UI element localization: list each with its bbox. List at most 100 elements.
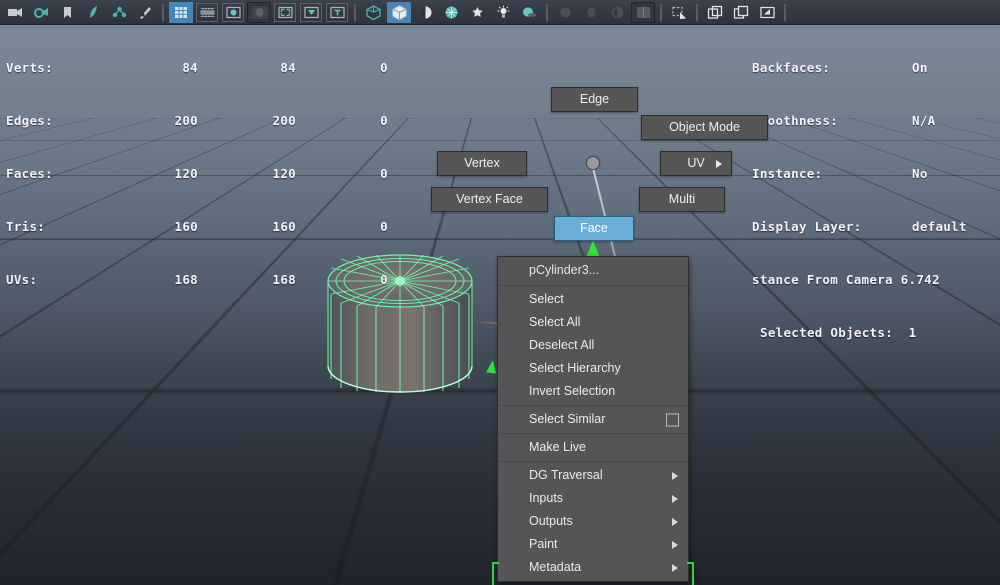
toolbar-safe-title-icon[interactable]: [325, 2, 349, 23]
hud-row-edges: Edges: 200 200 0: [6, 109, 388, 132]
marking-menu-item-multi[interactable]: Multi: [639, 187, 725, 212]
marking-menu-item-face[interactable]: Face: [554, 216, 634, 241]
selection-bracket-right: [687, 562, 694, 585]
toolbar-shade-flat-icon[interactable]: [413, 2, 437, 23]
menu-divider: [498, 461, 688, 462]
chevron-right-icon: [716, 160, 722, 168]
toolbar-wireframe-shading-icon[interactable]: [361, 2, 385, 23]
context-menu-header: pCylinder3...: [498, 257, 688, 283]
marking-menu-item-vertex[interactable]: Vertex: [437, 151, 527, 176]
toolbar-resolution-gate-icon[interactable]: [221, 2, 245, 23]
hud-value-c: 0: [296, 109, 388, 132]
chevron-right-icon: [672, 472, 678, 480]
hud-value-c: 0: [296, 215, 388, 238]
marking-menu-item-label: Edge: [580, 92, 609, 106]
menu-item-select-similar[interactable]: Select Similar: [498, 408, 688, 431]
marking-menu-item-object-mode[interactable]: Object Mode: [641, 115, 768, 140]
menu-item-paint[interactable]: Paint: [498, 533, 688, 556]
heads-up-display-poly-count: Verts: 84 84 0 Edges: 200 200 0 Faces: 1…: [6, 26, 388, 321]
toolbar-shadows-icon[interactable]: [517, 2, 541, 23]
toolbar-xgen-icon[interactable]: [107, 2, 131, 23]
toolbar-field-chart-icon[interactable]: [299, 2, 323, 23]
menu-item-make-live[interactable]: Make Live: [498, 436, 688, 459]
hud-distance-text: stance From Camera 6.742: [752, 268, 940, 291]
toolbar-panel-layout-icon[interactable]: [703, 2, 727, 23]
toolbar-separator: [660, 4, 662, 21]
menu-item-label: Select Hierarchy: [529, 361, 621, 375]
toolbar-ambient-occlusion-icon[interactable]: [605, 2, 629, 23]
menu-item-label: Select: [529, 292, 564, 306]
heads-up-display-object-details: Backfaces: On Smoothness: N/A Instance: …: [752, 26, 967, 374]
hud-label: Display Layer:: [752, 215, 912, 238]
toolbar-tear-off-panel-icon[interactable]: [755, 2, 779, 23]
hud-value-b: 200: [198, 109, 296, 132]
toolbar-grid-toggle-icon[interactable]: [169, 2, 193, 23]
toolbar-film-gate-icon[interactable]: [195, 2, 219, 23]
marking-menu-item-label: UV: [687, 156, 704, 170]
marking-menu-item-edge[interactable]: Edge: [551, 87, 638, 112]
toolbar-wireframe-on-shaded-icon[interactable]: [439, 2, 463, 23]
toolbar-use-all-lights-icon[interactable]: [491, 2, 515, 23]
chevron-right-icon: [672, 541, 678, 549]
toolbar-smooth-shade-all-icon[interactable]: [387, 2, 411, 23]
menu-item-outputs[interactable]: Outputs: [498, 510, 688, 533]
menu-item-select-hierarchy[interactable]: Select Hierarchy: [498, 357, 688, 380]
hud-value-a: 200: [118, 109, 198, 132]
menu-item-inputs[interactable]: Inputs: [498, 487, 688, 510]
menu-item-label: Paint: [529, 537, 558, 551]
hud-label: UVs:: [6, 268, 118, 291]
hud-value-c: 0: [296, 268, 388, 291]
toolbar-paint-brush-icon[interactable]: [133, 2, 157, 23]
menu-item-select-all[interactable]: Select All: [498, 311, 688, 334]
menu-item-label: Select Similar: [529, 412, 605, 426]
toolbar-copy-panel-icon[interactable]: [729, 2, 753, 23]
menu-item-label: Make Live: [529, 440, 586, 454]
viewport-3d[interactable]: Verts: 84 84 0 Edges: 200 200 0 Faces: 1…: [0, 0, 1000, 585]
menu-item-invert-selection[interactable]: Invert Selection: [498, 380, 688, 403]
hud-row-selected-objects: Selected Objects: 1: [752, 321, 967, 344]
menu-item-dg-traversal[interactable]: DG Traversal: [498, 464, 688, 487]
hud-row-uvs: UVs: 168 168 0: [6, 268, 388, 291]
menu-item-label: Deselect All: [529, 338, 594, 352]
toolbar-bookmark-icon[interactable]: [55, 2, 79, 23]
hud-value-a: 168: [118, 268, 198, 291]
toolbar-exposure-icon[interactable]: [273, 2, 297, 23]
hud-row-tris: Tris: 160 160 0: [6, 215, 388, 238]
toolbar-paint-effects-icon[interactable]: [81, 2, 105, 23]
hud-selected-objects-text: Selected Objects: 1: [760, 321, 917, 344]
hud-value-c: 0: [296, 56, 388, 79]
marking-menu-item-uv[interactable]: UV: [660, 151, 732, 176]
hud-label: Tris:: [6, 215, 118, 238]
toolbar-separator: [784, 4, 786, 21]
menu-item-label: DG Traversal: [529, 468, 603, 482]
toolbar-texture-toggle-icon[interactable]: [465, 2, 489, 23]
hud-value-b: 160: [198, 215, 296, 238]
viewport-toolbar[interactable]: [0, 0, 1000, 25]
toolbar-camera-attributes-icon[interactable]: [29, 2, 53, 23]
toolbar-isolate-select-icon[interactable]: [667, 2, 691, 23]
hud-value-b: 168: [198, 268, 296, 291]
toolbar-gate-mask-icon[interactable]: [247, 2, 271, 23]
hud-row-display-layer: Display Layer: default: [752, 215, 967, 238]
menu-item-label: Invert Selection: [529, 384, 615, 398]
checkbox-icon[interactable]: [666, 413, 679, 426]
toolbar-multisample-icon[interactable]: [579, 2, 603, 23]
marking-menu-item-label: Object Mode: [669, 120, 740, 134]
hud-label: Backfaces:: [752, 56, 912, 79]
menu-item-label: Outputs: [529, 514, 573, 528]
menu-divider: [498, 405, 688, 406]
toolbar-viewport-renderer-icon[interactable]: [631, 2, 655, 23]
hud-label: Smoothness:: [752, 109, 912, 132]
context-menu[interactable]: pCylinder3... Select Select All Deselect…: [497, 256, 689, 582]
toolbar-motion-blur-icon[interactable]: [553, 2, 577, 23]
hud-row-verts: Verts: 84 84 0: [6, 56, 388, 79]
menu-item-deselect-all[interactable]: Deselect All: [498, 334, 688, 357]
hud-value: No: [912, 162, 928, 185]
marking-menu-item-label: Vertex: [464, 156, 499, 170]
toolbar-camera-icon[interactable]: [3, 2, 27, 23]
marking-menu-origin-dot: [586, 156, 600, 170]
menu-item-metadata[interactable]: Metadata: [498, 556, 688, 579]
marking-menu-item-vertex-face[interactable]: Vertex Face: [431, 187, 548, 212]
hud-value-c: 0: [296, 162, 388, 185]
menu-item-select[interactable]: Select: [498, 288, 688, 311]
